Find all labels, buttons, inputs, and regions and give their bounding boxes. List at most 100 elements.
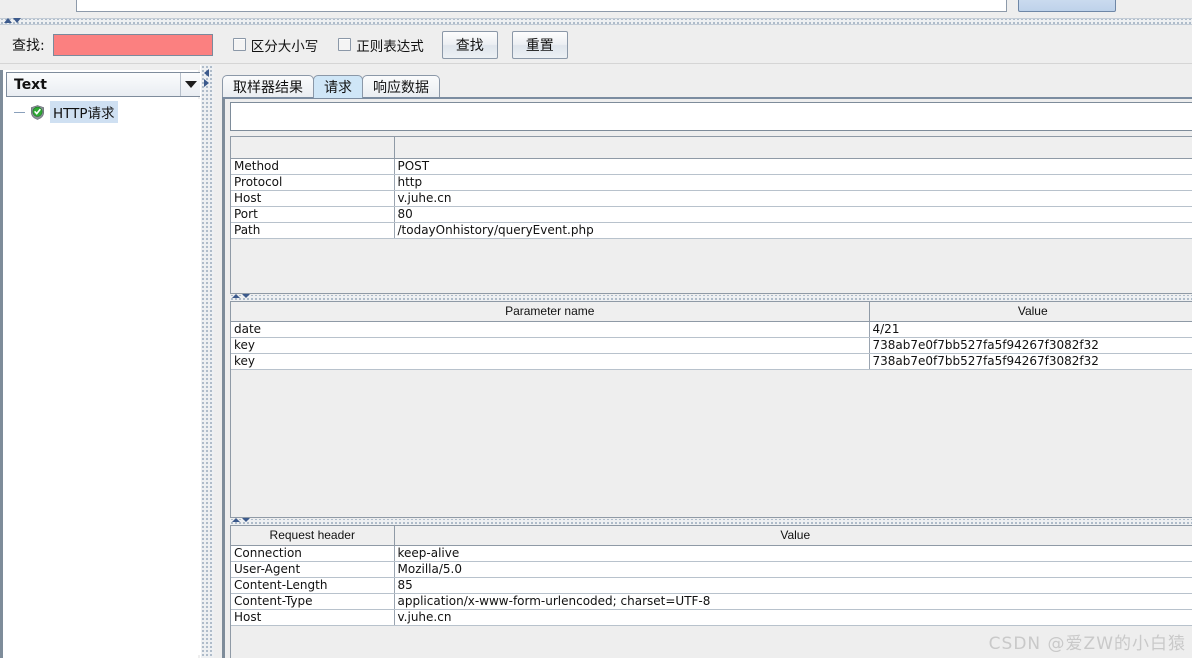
splitter-grip[interactable] [232,518,250,522]
regex-label: 正则表达式 [356,38,424,55]
cell-value: 80 [394,206,1192,223]
triangle-right-icon[interactable] [204,79,209,87]
top-text-field[interactable] [76,0,1007,12]
cell-parameter-value: 738ab7e0f7bb527fa5f94267f3082f32 [869,337,1192,354]
triangle-up-icon[interactable] [232,294,240,298]
cell-name: Protocol [231,174,395,191]
request-tab-content: Method POST Protocol http Host v.juhe.cn [222,99,1192,658]
table-row[interactable]: Host v.juhe.cn [231,190,1192,207]
cell-header-name: Host [231,609,395,626]
reset-button[interactable]: 重置 [511,30,568,59]
table-row[interactable]: key 738ab7e0f7bb527fa5f94267f3082f32 [231,353,1192,370]
column-header-value[interactable]: Value [394,526,1192,546]
cell-header-name: User-Agent [231,561,395,578]
results-tree[interactable]: HTTP请求 [6,99,201,655]
cell-name: Path [231,222,395,239]
triangle-up-icon[interactable] [232,518,240,522]
top-cutoff-strip [0,0,1192,18]
render-type-value: Text [14,76,47,93]
table-row[interactable]: date 4/21 [231,321,1192,338]
render-type-combobox[interactable]: Text [6,72,201,97]
triangle-up-icon[interactable] [4,18,12,23]
cell-header-value: v.juhe.cn [394,609,1192,626]
triangle-left-icon[interactable] [204,69,209,77]
green-shield-icon [30,104,45,120]
column-header-request-header[interactable]: Request header [231,526,395,546]
tree-item-http-request[interactable]: HTTP请求 [6,101,201,123]
case-sensitive-checkbox[interactable]: 区分大小写 [232,35,319,55]
vertical-splitter[interactable] [200,65,214,658]
tree-item-label: HTTP请求 [50,101,118,123]
splitter-grip[interactable] [4,18,21,23]
top-horizontal-splitter[interactable] [0,18,1192,25]
table-header-row: Parameter name Value [231,302,1192,322]
search-toolbar: 查找: 区分大小写 正则表达式 查找 重置 [0,26,1192,64]
parameters-table-section: Parameter name Value date 4/21 key 738ab… [230,301,1192,518]
cell-header-value: application/x-www-form-urlencoded; chars… [394,593,1192,610]
table-header-row: Request header Value [231,526,1192,546]
request-headers-table: Request header Value Connection keep-ali… [231,526,1192,626]
cell-name: Method [231,158,395,175]
column-header-value[interactable]: Value [869,302,1192,322]
table-row[interactable]: Content-Length 85 [231,577,1192,594]
tab-sampler-result[interactable]: 取样器结果 [222,75,314,98]
tab-request[interactable]: 请求 [313,75,363,98]
triangle-down-icon[interactable] [242,294,250,298]
case-sensitive-label: 区分大小写 [250,38,319,55]
table-row[interactable]: Path /todayOnhistory/queryEvent.php [231,222,1192,239]
cell-value: /todayOnhistory/queryEvent.php [394,222,1192,239]
column-header-name[interactable] [231,137,395,159]
request-detail-panel: 取样器结果 请求 响应数据 Method POST Protocol http … [214,65,1192,658]
triangle-down-icon[interactable] [242,518,250,522]
table-row[interactable]: Protocol http [231,174,1192,191]
splitter-grip[interactable] [232,294,250,298]
cell-parameter-value: 4/21 [869,321,1192,338]
cell-header-name: Content-Type [231,593,395,610]
top-action-button[interactable] [1018,0,1116,12]
cell-name: Port [231,206,395,223]
cell-value: http [394,174,1192,191]
checkbox-icon[interactable] [232,38,246,51]
request-info-table: Method POST Protocol http Host v.juhe.cn [231,137,1192,239]
table-row[interactable]: key 738ab7e0f7bb527fa5f94267f3082f32 [231,337,1192,354]
table-row[interactable]: User-Agent Mozilla/5.0 [231,561,1192,578]
checkbox-icon[interactable] [338,38,352,51]
request-info-table-section: Method POST Protocol http Host v.juhe.cn [230,136,1192,294]
tab-response-data[interactable]: 响应数据 [362,75,440,98]
request-headers-table-section: Request header Value Connection keep-ali… [230,525,1192,658]
cell-parameter-value: 738ab7e0f7bb527fa5f94267f3082f32 [869,353,1192,370]
cell-name: Host [231,190,395,207]
table-row[interactable]: Content-Type application/x-www-form-urle… [231,593,1192,610]
table-row[interactable]: Port 80 [231,206,1192,223]
request-url-textarea[interactable] [230,102,1192,131]
cell-header-value: Mozilla/5.0 [394,561,1192,578]
table-header-row [231,137,1192,159]
cell-value: v.juhe.cn [394,190,1192,207]
cell-parameter-name: date [231,321,870,338]
table-row[interactable]: Host v.juhe.cn [231,609,1192,626]
cell-value: POST [394,158,1192,175]
chevron-down-icon[interactable] [180,73,200,96]
regex-checkbox[interactable]: 正则表达式 [338,35,424,55]
search-label: 查找: [12,37,45,54]
parameters-table: Parameter name Value date 4/21 key 738ab… [231,302,1192,370]
triangle-down-icon[interactable] [13,18,21,23]
cell-parameter-name: key [231,353,870,370]
cell-header-name: Content-Length [231,577,395,594]
table-row[interactable]: Method POST [231,158,1192,175]
search-input[interactable] [52,33,213,56]
left-tree-panel: Text HTTP请求 [0,70,201,658]
vertical-splitter-grip[interactable] [204,69,209,87]
find-button[interactable]: 查找 [441,30,498,59]
result-tabs: 取样器结果 请求 响应数据 [222,74,440,98]
tree-connector-line [14,111,25,113]
cell-header-value: 85 [394,577,1192,594]
column-header-value[interactable] [394,137,1192,159]
table-row[interactable]: Connection keep-alive [231,545,1192,562]
jmeter-results-tree-window: 查找: 区分大小写 正则表达式 查找 重置 Text HTTP请求 取样器结果 … [0,0,1192,658]
column-header-parameter-name[interactable]: Parameter name [231,302,870,322]
main-split-pane: Text HTTP请求 取样器结果 请求 响应数据 Method POST Pr… [0,65,1192,658]
cell-parameter-name: key [231,337,870,354]
cell-header-name: Connection [231,545,395,562]
cell-header-value: keep-alive [394,545,1192,562]
